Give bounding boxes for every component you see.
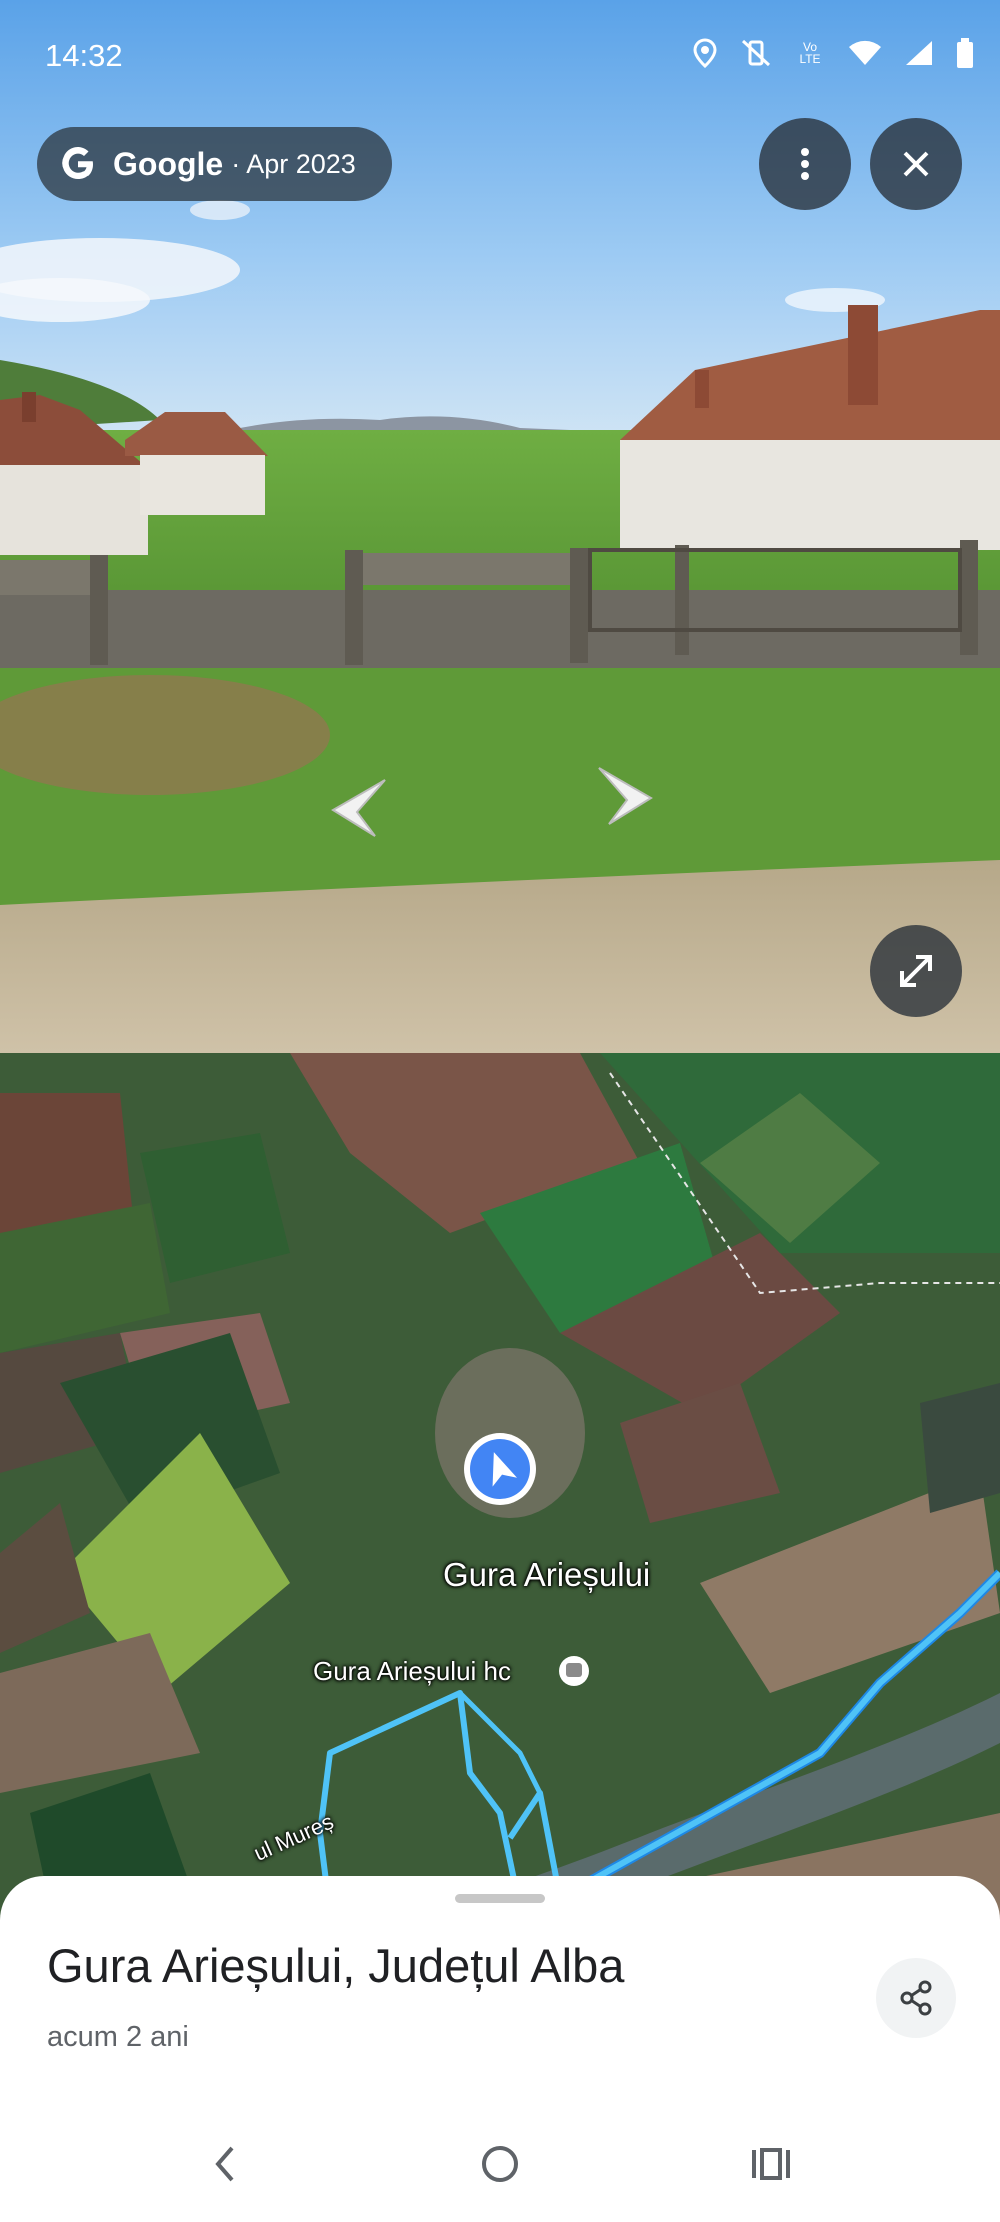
place-title: Gura Arieșului, Județul Alba [47, 1939, 625, 1992]
more-options-icon [801, 148, 809, 180]
recents-icon[interactable] [750, 2146, 792, 2182]
system-navigation-bar [0, 2104, 1000, 2222]
home-icon[interactable] [480, 2144, 520, 2184]
map-place-label[interactable]: Gura Arieșului [443, 1556, 650, 1594]
street-view-panel[interactable]: 14:32 Vo LTE Google · Apr 2023 [0, 0, 1000, 1053]
signal-icon [906, 41, 932, 65]
share-button[interactable] [876, 1958, 956, 2038]
map-station-label[interactable]: Gura Arieșului hc [313, 1656, 511, 1687]
pan-left-arrow-icon[interactable] [325, 776, 389, 840]
share-icon [900, 1980, 932, 2016]
close-button[interactable] [870, 118, 962, 210]
capture-age: acum 2 ani [47, 2021, 189, 2053]
status-time: 14:32 [45, 38, 123, 73]
close-icon [903, 151, 929, 177]
back-icon[interactable] [210, 2144, 240, 2184]
battery-icon [957, 38, 973, 68]
status-bar: 14:32 Vo LTE [0, 0, 1000, 116]
google-label: Google [113, 145, 224, 182]
location-icon [693, 38, 717, 68]
more-options-button[interactable] [759, 118, 851, 210]
drag-handle[interactable] [455, 1894, 545, 1903]
capture-date: · Apr 2023 [231, 148, 356, 179]
expand-button[interactable] [870, 925, 962, 1017]
place-bottom-sheet[interactable]: Gura Arieșului, Județul Alba acum 2 ani [0, 1876, 1000, 2222]
expand-icon [900, 955, 932, 987]
mute-vibrate-icon [741, 39, 771, 67]
street-view-attribution-chip[interactable]: Google · Apr 2023 [37, 127, 392, 201]
pan-right-arrow-icon[interactable] [595, 764, 659, 828]
wifi-icon [849, 40, 881, 65]
volte-icon: Vo LTE [799, 40, 821, 66]
google-logo-icon [62, 147, 93, 179]
